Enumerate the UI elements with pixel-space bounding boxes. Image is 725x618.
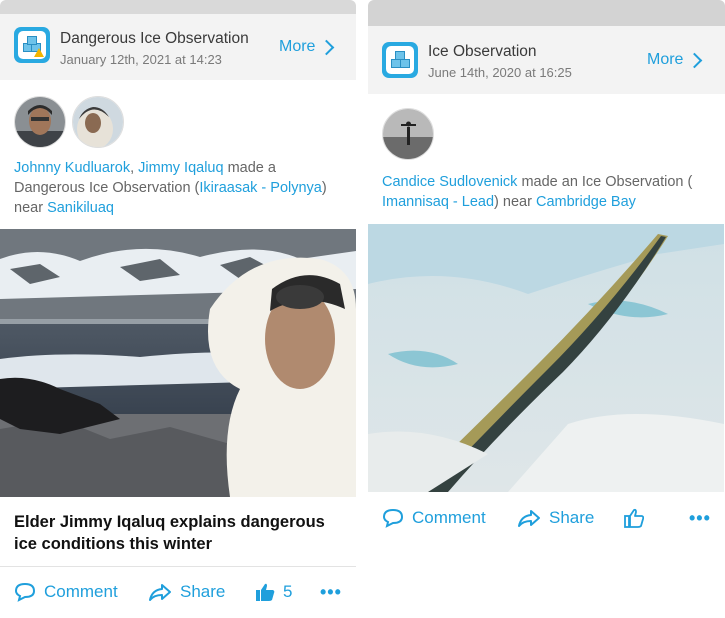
more-options-button[interactable]: ••• bbox=[689, 508, 711, 529]
post-card-dangerous-ice: Dangerous Ice Observation January 12th, … bbox=[0, 0, 356, 618]
card-top-strip bbox=[368, 0, 725, 26]
share-button[interactable]: Share bbox=[148, 582, 225, 602]
action-divider bbox=[0, 566, 356, 567]
comment-icon bbox=[382, 508, 404, 528]
place-link[interactable]: Sanikiluaq bbox=[47, 200, 114, 216]
like-count: 5 bbox=[283, 582, 293, 601]
post-title: Dangerous Ice Observation bbox=[60, 30, 249, 47]
comment-label: Comment bbox=[412, 508, 486, 527]
ice-type-link[interactable]: Imannisaq - Lead bbox=[382, 194, 494, 210]
separator-text: , bbox=[130, 160, 139, 176]
more-button[interactable]: More bbox=[647, 51, 703, 69]
post-header: Ice Observation June 14th, 2020 at 16:25… bbox=[368, 26, 725, 94]
post-caption: Elder Jimmy Iqaluq explains dangerous ic… bbox=[14, 513, 325, 553]
more-options-button[interactable]: ••• bbox=[320, 582, 342, 603]
user-link-johnny[interactable]: Johnny Kudluarok bbox=[14, 160, 130, 176]
post-description: Candice Sudlovenick made an Ice Observat… bbox=[382, 172, 717, 212]
share-label: Share bbox=[549, 508, 595, 527]
share-icon bbox=[149, 584, 171, 601]
avatar-johnny-kudluarok[interactable] bbox=[14, 96, 66, 148]
card-top-strip bbox=[0, 0, 356, 14]
comment-button[interactable]: Comment bbox=[14, 582, 118, 602]
post-header: Dangerous Ice Observation January 12th, … bbox=[0, 14, 356, 80]
post-photo-lead[interactable] bbox=[368, 224, 724, 492]
ice-observation-app-icon bbox=[382, 42, 418, 78]
post-photo-elder[interactable] bbox=[0, 229, 356, 497]
ice-observation-app-icon bbox=[14, 27, 50, 63]
avatar-jimmy-iqaluq[interactable] bbox=[72, 96, 124, 148]
post-title: Ice Observation bbox=[428, 43, 537, 60]
chevron-right-icon bbox=[687, 52, 703, 68]
like-button[interactable]: 5 bbox=[255, 582, 292, 602]
comment-label: Comment bbox=[44, 582, 118, 601]
comment-icon bbox=[14, 582, 36, 602]
avatar-candice-sudlovenick[interactable] bbox=[382, 108, 434, 160]
near-text: ) near bbox=[494, 194, 536, 210]
user-link-candice[interactable]: Candice Sudlovenick bbox=[382, 174, 517, 190]
share-label: Share bbox=[180, 582, 226, 601]
thumbs-up-icon bbox=[256, 583, 275, 601]
thumbs-up-icon bbox=[624, 508, 644, 528]
more-label: More bbox=[647, 51, 684, 68]
comment-button[interactable]: Comment bbox=[382, 508, 486, 528]
warning-icon bbox=[34, 48, 44, 57]
like-button[interactable] bbox=[624, 508, 644, 528]
share-button[interactable]: Share bbox=[517, 508, 594, 528]
user-link-jimmy[interactable]: Jimmy Iqaluq bbox=[138, 160, 223, 176]
ice-type-link[interactable]: Ikiraasak - Polynya bbox=[199, 180, 322, 196]
chevron-right-icon bbox=[319, 39, 335, 55]
more-button[interactable]: More bbox=[279, 38, 335, 56]
post-date: January 12th, 2021 at 14:23 bbox=[60, 52, 222, 67]
share-icon bbox=[518, 510, 540, 527]
post-card-ice-observation: Ice Observation June 14th, 2020 at 16:25… bbox=[368, 0, 725, 560]
post-description: Johnny Kudluarok, Jimmy Iqaluq made a Da… bbox=[14, 158, 344, 218]
post-date: June 14th, 2020 at 16:25 bbox=[428, 65, 572, 80]
place-link[interactable]: Cambridge Bay bbox=[536, 194, 636, 210]
more-label: More bbox=[279, 38, 316, 55]
verb-text: made an Ice Observation ( bbox=[517, 174, 693, 190]
